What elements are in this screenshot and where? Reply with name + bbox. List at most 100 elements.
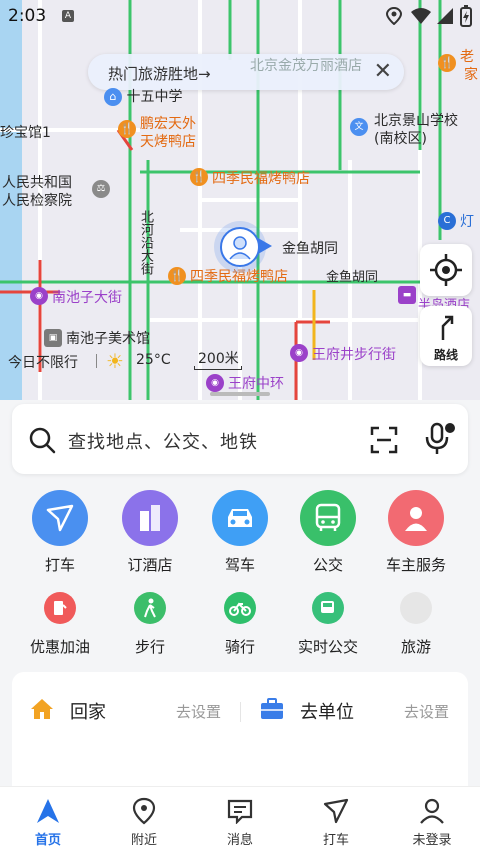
- sun-icon: ☀: [106, 349, 124, 373]
- home-set-link[interactable]: 去设置: [176, 701, 221, 722]
- realtime-bus-icon: [312, 592, 344, 624]
- home-icon: [31, 699, 53, 719]
- search-input[interactable]: 查找地点、公交、地铁: [68, 428, 258, 454]
- microphone-icon[interactable]: [424, 422, 456, 456]
- car-icon: [212, 490, 268, 546]
- tab-messages[interactable]: 消息: [192, 787, 288, 854]
- map-label-hotel: 北京金茂万丽酒店: [250, 58, 362, 74]
- quick-action-label: 车主服务: [385, 556, 446, 574]
- secondary-action-label: 步行: [134, 638, 165, 656]
- secondary-action-label: 骑行: [224, 638, 255, 656]
- commute-card: 回家 去设置 去单位 去设置: [12, 672, 468, 802]
- map-view[interactable]: 热门旅游胜地→ ✕ 北京金茂万丽酒店 ⌂ 十五中学 🍴 鹏宏天外 天烤鸭店 文 …: [0, 0, 480, 400]
- map-label-nanchizi-mei: 南池子美术馆: [66, 331, 150, 347]
- secondary-action-walk[interactable]: 步行: [102, 592, 198, 657]
- locate-icon: [430, 254, 462, 286]
- map-label-wangfujing: 王府井步行街: [312, 347, 396, 363]
- quick-action-label: 打车: [44, 556, 75, 574]
- tab-label: 未登录: [412, 833, 452, 848]
- taxi-icon: [32, 490, 88, 546]
- scale-label: 200米: [198, 351, 239, 367]
- quick-action-car-owner[interactable]: 车主服务: [368, 490, 464, 575]
- map-label-penghong-2: 天烤鸭店: [140, 134, 196, 150]
- tab-label: 消息: [226, 833, 253, 848]
- quick-action-drive[interactable]: 驾车: [192, 490, 288, 575]
- home-shortcut[interactable]: 回家 去设置: [12, 688, 240, 732]
- restaurant-icon-4: 🍴: [438, 54, 456, 72]
- secondary-action-travel[interactable]: 旅游: [368, 592, 464, 657]
- map-label-jia: 家: [464, 67, 478, 83]
- map-label-nanchizi: 南池子大街: [52, 290, 122, 306]
- wifi-icon: [411, 8, 431, 24]
- tab-nearby[interactable]: 附近: [96, 787, 192, 854]
- tab-taxi[interactable]: 打车: [288, 787, 384, 854]
- home-label: 回家: [70, 702, 106, 723]
- secondary-action-label: 实时公交: [297, 638, 358, 656]
- drag-handle[interactable]: [210, 392, 270, 396]
- battery-icon: [460, 5, 472, 27]
- school-icon-2: 文: [350, 118, 368, 136]
- secondary-action-bike[interactable]: 骑行: [192, 592, 288, 657]
- work-label: 去单位: [300, 702, 354, 723]
- scale-bar: [194, 366, 242, 370]
- search-icon: [29, 427, 56, 454]
- work-set-link[interactable]: 去设置: [404, 701, 449, 722]
- secondary-action-realtime-bus[interactable]: 实时公交: [280, 592, 376, 657]
- quick-action-label: 驾车: [224, 556, 255, 574]
- briefcase-icon: [261, 698, 283, 719]
- locate-button[interactable]: [420, 244, 472, 296]
- close-icon[interactable]: ✕: [374, 59, 392, 84]
- signal-icon: [437, 8, 453, 24]
- map-label-jingshan-2: (南校区): [374, 131, 427, 147]
- status-time: 2:03: [8, 6, 47, 26]
- walk-icon: [134, 592, 166, 624]
- tab-profile[interactable]: 未登录: [384, 787, 480, 854]
- shopping-icon-2: ◉: [290, 344, 308, 362]
- quick-action-hotel[interactable]: 订酒店: [102, 490, 198, 575]
- car-owner-icon: [388, 490, 444, 546]
- map-label-jingshan: 北京景山学校: [374, 113, 458, 129]
- user-location-avatar[interactable]: [220, 227, 260, 267]
- tab-home[interactable]: 首页: [0, 787, 96, 854]
- route-icon: [441, 315, 454, 340]
- secondary-action-label: 优惠加油: [29, 638, 90, 656]
- tab-label: 首页: [34, 833, 61, 848]
- taxi-tab-icon: [323, 798, 349, 824]
- quick-action-bus[interactable]: 公交: [280, 490, 376, 575]
- bike-icon: [224, 592, 256, 624]
- route-label: 路线: [433, 348, 458, 362]
- sim-icon: A: [62, 10, 74, 22]
- location-icon: [386, 7, 402, 25]
- search-bar[interactable]: 查找地点、公交、地铁: [12, 404, 468, 474]
- navigation-arrow-icon: [37, 799, 59, 823]
- map-label-gonghe: 人民共和国: [2, 175, 72, 191]
- map-label-wangfu-center: 王府中环: [228, 376, 284, 392]
- map-label-beiheyan: 北河沿大街: [138, 210, 153, 275]
- map-label-zhenbao: 珍宝馆1: [0, 125, 51, 141]
- location-pin-icon: C: [438, 212, 456, 230]
- weather-temp: 25°C: [136, 352, 171, 368]
- hotel-icon: [122, 490, 178, 546]
- scan-icon[interactable]: [370, 426, 398, 454]
- restaurant-icon-3: 🍴: [168, 267, 186, 285]
- quick-action-taxi[interactable]: 打车: [12, 490, 108, 575]
- school-icon: ⌂: [104, 88, 122, 106]
- travel-icon: [400, 592, 432, 624]
- route-button[interactable]: 路线: [420, 306, 472, 366]
- divider: [240, 702, 241, 722]
- hotel-bed-icon: ▬: [398, 286, 416, 304]
- map-label-jinyu-1: 金鱼胡同: [282, 241, 338, 257]
- court-icon: ⚖: [92, 180, 110, 198]
- restaurant-icon-2: 🍴: [190, 168, 208, 186]
- shopping-icon-3: ◉: [206, 374, 224, 392]
- map-label-jinyu-2: 金鱼胡同: [326, 270, 379, 285]
- heading-arrow-icon: [258, 238, 272, 254]
- message-icon: [227, 799, 253, 824]
- secondary-action-gas[interactable]: 优惠加油: [12, 592, 108, 657]
- divider: [96, 354, 97, 368]
- work-shortcut[interactable]: 去单位 去设置: [252, 688, 468, 732]
- banner-text[interactable]: 热门旅游胜地→: [108, 63, 211, 84]
- map-label-lao: 老: [460, 49, 474, 65]
- pin-icon: [132, 797, 156, 825]
- tab-label: 打车: [322, 833, 349, 848]
